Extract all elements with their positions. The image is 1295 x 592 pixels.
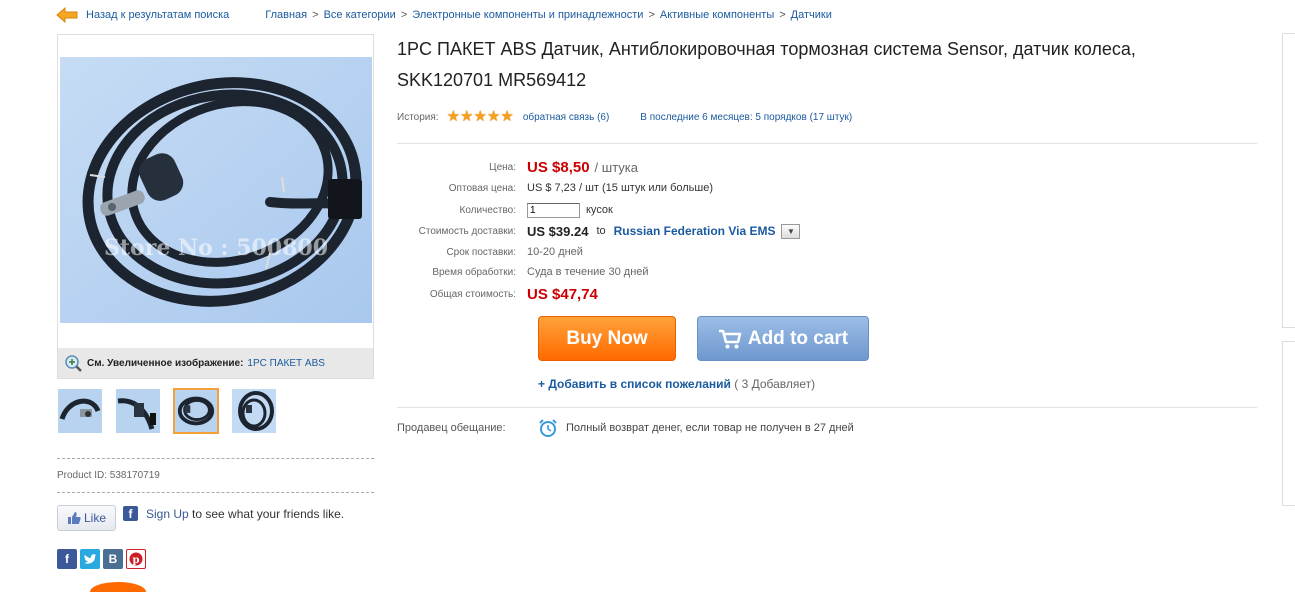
price-label: Цена: — [489, 161, 516, 173]
divider — [57, 458, 374, 459]
breadcrumb-all-categories[interactable]: Все категории — [324, 9, 396, 21]
seller-promise-row: Продавец обещание: Полный возврат денег,… — [397, 418, 854, 438]
breadcrumb-separator: > — [312, 9, 319, 21]
shipping-method-link[interactable]: Russian Federation Via EMS — [614, 224, 776, 238]
quantity-unit: кусок — [586, 204, 613, 216]
facebook-icon: f — [123, 506, 138, 521]
add-to-cart-button[interactable]: Add to cart — [697, 316, 869, 361]
thumbnail-strip — [57, 388, 277, 434]
breadcrumb-separator: > — [648, 9, 655, 21]
top-navigation: Назад к результатам поиска Главная > Все… — [56, 6, 832, 24]
wishlist-count: ( 3 Добавляет) — [734, 377, 816, 391]
total-label: Общая стоимость: — [429, 288, 516, 300]
seller-promise-text: Полный возврат денег, если товар не полу… — [566, 422, 854, 434]
add-to-cart-label: Add to cart — [747, 327, 849, 349]
history-label: История: — [397, 111, 439, 123]
delivery-value: 10-20 дней — [527, 246, 583, 258]
total-row: Общая стоимость: US $47,74 — [397, 284, 598, 304]
wholesale-row: Оптовая цена: US $ 7,23 / шт (15 штук ил… — [397, 178, 713, 198]
price-unit: / штука — [594, 159, 639, 175]
shipping-dropdown-arrow-icon[interactable]: ▼ — [781, 223, 801, 239]
processing-value: Суда в течение 30 дней — [527, 266, 649, 278]
breadcrumb-electronics[interactable]: Электронные компоненты и принадлежности — [412, 9, 643, 21]
divider — [397, 407, 1257, 408]
alarm-clock-icon — [539, 419, 557, 437]
shipping-label: Стоимость доставки: — [418, 225, 516, 237]
breadcrumb-home[interactable]: Главная — [265, 9, 307, 21]
svg-text:p: p — [133, 555, 140, 566]
star-icon: ★ — [473, 108, 487, 125]
breadcrumb-separator: > — [400, 9, 408, 21]
decorative-orange-shape — [90, 582, 146, 592]
price-value: US $8,50 — [527, 158, 590, 176]
shipping-row: Стоимость доставки: US $39.24 to Russian… — [397, 221, 801, 241]
processing-label: Время обработки: — [432, 266, 516, 278]
orders-link[interactable]: В последние 6 месяцев: 5 порядков (17 шт… — [640, 112, 852, 123]
delivery-label: Срок поставки: — [446, 246, 516, 258]
signup-description: to see what your friends like. — [188, 507, 345, 521]
star-icon: ★ — [486, 108, 501, 125]
feedback-link[interactable]: обратная связь (6) — [523, 112, 609, 123]
wholesale-label: Оптовая цена: — [448, 182, 516, 194]
star-icon: ★ — [500, 108, 514, 125]
shipping-to: to — [596, 225, 606, 237]
rating-stars: ★ ★ ★ ★ ★ — [446, 108, 514, 125]
image-watermark: Store No : 500800 — [104, 235, 328, 261]
total-value: US $47,74 — [527, 285, 598, 303]
facebook-icon[interactable]: f — [57, 549, 77, 569]
quantity-input[interactable] — [527, 202, 580, 218]
add-to-wishlist-link[interactable]: + Добавить в список пожеланий — [538, 377, 731, 391]
thumbnail-2[interactable] — [115, 388, 161, 434]
right-sidebar-frame — [1282, 33, 1295, 328]
product-id: Product ID: 538170719 — [57, 470, 160, 481]
thumbnail-3[interactable] — [173, 388, 219, 434]
zoom-bar: См. Увеличенное изображение: 1PC ПАКЕТ A… — [58, 348, 373, 378]
wholesale-value: US $ 7,23 / шт (15 штук или больше) — [527, 182, 714, 194]
zoom-link[interactable]: 1PC ПАКЕТ ABS — [247, 358, 324, 369]
star-icon: ★ — [446, 108, 461, 125]
price-row: Цена: US $8,50 / штука — [397, 157, 638, 177]
product-image-panel: Store No : 500800 См. Увеличенное изобра… — [57, 34, 374, 379]
back-arrow-icon[interactable] — [56, 7, 78, 23]
product-main-image[interactable]: Store No : 500800 — [60, 57, 372, 323]
right-sidebar-frame — [1282, 341, 1295, 506]
facebook-signup-text: Sign Up to see what your friends like. — [146, 506, 366, 522]
magnifier-zoom-icon[interactable] — [64, 354, 82, 372]
processing-row: Время обработки: Суда в течение 30 дней — [397, 262, 649, 282]
cart-icon — [718, 329, 742, 348]
divider — [397, 143, 1257, 144]
breadcrumb-separator: > — [779, 9, 786, 21]
facebook-like-button[interactable]: Like — [57, 505, 116, 531]
pinterest-icon[interactable]: p — [126, 549, 146, 569]
like-label: Like — [83, 511, 106, 525]
thumbs-up-icon — [67, 512, 81, 524]
quantity-row: Количество: кусок — [397, 200, 613, 220]
thumbnail-4[interactable] — [231, 388, 277, 434]
twitter-icon[interactable] — [80, 549, 100, 569]
breadcrumb: Главная > Все категории > Электронные ко… — [265, 9, 832, 21]
social-share-icons: f B p — [57, 549, 146, 569]
breadcrumb-sensors[interactable]: Датчики — [791, 9, 832, 21]
seller-promise-label: Продавец обещание: — [397, 422, 506, 434]
star-icon: ★ — [460, 108, 474, 125]
divider — [57, 492, 374, 493]
delivery-row: Срок поставки: 10-20 дней — [397, 242, 583, 262]
quantity-label: Количество: — [459, 204, 516, 216]
product-title: 1PC ПАКЕТ ABS Датчик, Антиблокировочная … — [397, 39, 1136, 90]
buy-now-button[interactable]: Buy Now — [538, 316, 676, 361]
breadcrumb-active-components[interactable]: Активные компоненты — [660, 9, 774, 21]
shipping-price: US $39.24 — [527, 223, 589, 239]
wishlist-row: + Добавить в список пожеланий ( 3 Добавл… — [538, 377, 815, 391]
signup-link[interactable]: Sign Up — [146, 507, 189, 521]
back-to-search-link[interactable]: Назад к результатам поиска — [86, 9, 229, 21]
zoom-label: См. Увеличенное изображение: — [87, 357, 244, 369]
vk-icon[interactable]: B — [103, 549, 123, 569]
history-row: История: ★ ★ ★ ★ ★ обратная связь (6) В … — [397, 108, 852, 125]
thumbnail-1[interactable] — [57, 388, 103, 434]
